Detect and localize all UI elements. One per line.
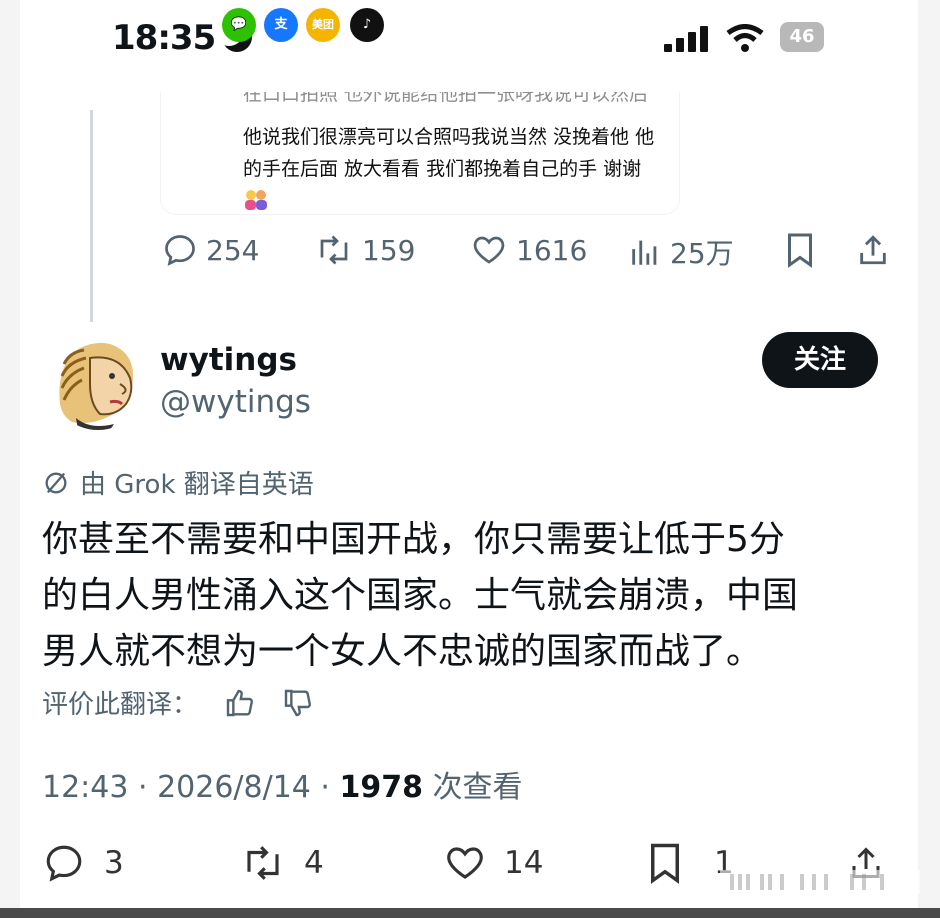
frame-right [918, 0, 940, 918]
translation-notice-text: 由 Grok 翻译自英语 [80, 470, 314, 500]
rate-translation-row: 评价此翻译： [42, 684, 314, 721]
cellular-signal-icon [664, 24, 710, 52]
tiktok-icon: ♪ [350, 8, 384, 42]
quoted-text-line: 他说我们很漂亮可以合照吗我说当然 没挽着他 他 [243, 126, 655, 148]
quoted-text-line: 的手在后面 放大看看 我们都挽着自己的手 谢谢 [243, 158, 642, 180]
reply-count: 3 [104, 845, 124, 881]
reply-count: 254 [206, 233, 260, 267]
author-display-name[interactable]: wytings [160, 342, 297, 378]
repost-button[interactable]: 4 [240, 842, 324, 884]
rate-translation-label: 评价此翻译： [42, 690, 199, 720]
reply-icon [165, 235, 195, 266]
post-text-line: 你甚至不需要和中国开战，你只需要让低于5分 [42, 519, 785, 560]
meituan-icon: 美团 [306, 8, 340, 42]
thumbs-down-icon[interactable] [282, 687, 314, 719]
frame-left [0, 0, 20, 918]
like-count: 14 [504, 845, 544, 881]
status-bar: 18:35 💬 支 美团 ♪ 46 [0, 0, 940, 70]
post-view-label: 次查看 [423, 770, 523, 805]
post-metadata: 12:43 · 2026/8/14 · 1978 次查看 [42, 762, 523, 806]
repost-count: 4 [304, 845, 324, 881]
grok-icon [45, 472, 67, 493]
battery-indicator: 46 [780, 22, 824, 52]
quoted-text-partial: 在口口拍照 也外说能给他拍一张呀我说可以然后 [243, 92, 649, 105]
repost-count: 159 [362, 233, 416, 267]
repost-button[interactable]: 159 [314, 232, 415, 268]
reply-icon [46, 845, 82, 882]
watermark-image [720, 870, 920, 894]
reply-button[interactable]: 254 [162, 232, 259, 268]
follow-button[interactable]: 关注 [762, 332, 878, 388]
wifi-icon [726, 24, 764, 52]
wojak-avatar-image [50, 334, 146, 430]
quoted-post-card[interactable]: 在口口拍照 也外说能给他拍一张呀我说可以然后 他说我们很漂亮可以合照吗我说当然 … [160, 92, 680, 215]
share-button[interactable] [856, 232, 890, 268]
thumbs-up-icon[interactable] [224, 687, 256, 719]
heart-icon [447, 847, 483, 879]
heart-icon [473, 236, 505, 264]
share-icon [860, 235, 886, 265]
post-text-line: 男人就不想为一个女人不忠诚的国家而战了。 [42, 631, 763, 672]
like-count: 1616 [516, 233, 588, 267]
bookmark-button[interactable] [784, 232, 816, 268]
frame-bottom [0, 908, 940, 918]
wechat-icon: 💬 [222, 8, 256, 42]
alipay-icon: 支 [264, 8, 298, 42]
repost-icon [320, 235, 348, 265]
like-button[interactable]: 14 [442, 842, 543, 884]
bookmark-icon [788, 233, 812, 268]
couple-emoji-icon [245, 190, 267, 210]
views-count: 25万 [670, 237, 734, 270]
views-chart-icon [632, 240, 657, 265]
author-avatar[interactable] [50, 334, 146, 430]
author-handle[interactable]: @wytings [160, 384, 311, 420]
post-text-line: 的白人男性涌入这个国家。士气就会崩溃，中国 [42, 575, 799, 616]
post-timestamp[interactable]: 12:43 · 2026/8/14 · [42, 770, 340, 805]
reply-button[interactable]: 3 [42, 842, 124, 884]
post-view-count: 1978 [339, 770, 424, 805]
thread-line [90, 110, 93, 322]
repost-icon [247, 846, 279, 880]
translation-notice: 由 Grok 翻译自英语 [42, 464, 314, 501]
status-time: 18:35 [112, 18, 216, 58]
views-button[interactable]: 25万 [628, 232, 734, 272]
like-button[interactable]: 1616 [470, 232, 587, 268]
bookmark-icon [651, 843, 679, 884]
